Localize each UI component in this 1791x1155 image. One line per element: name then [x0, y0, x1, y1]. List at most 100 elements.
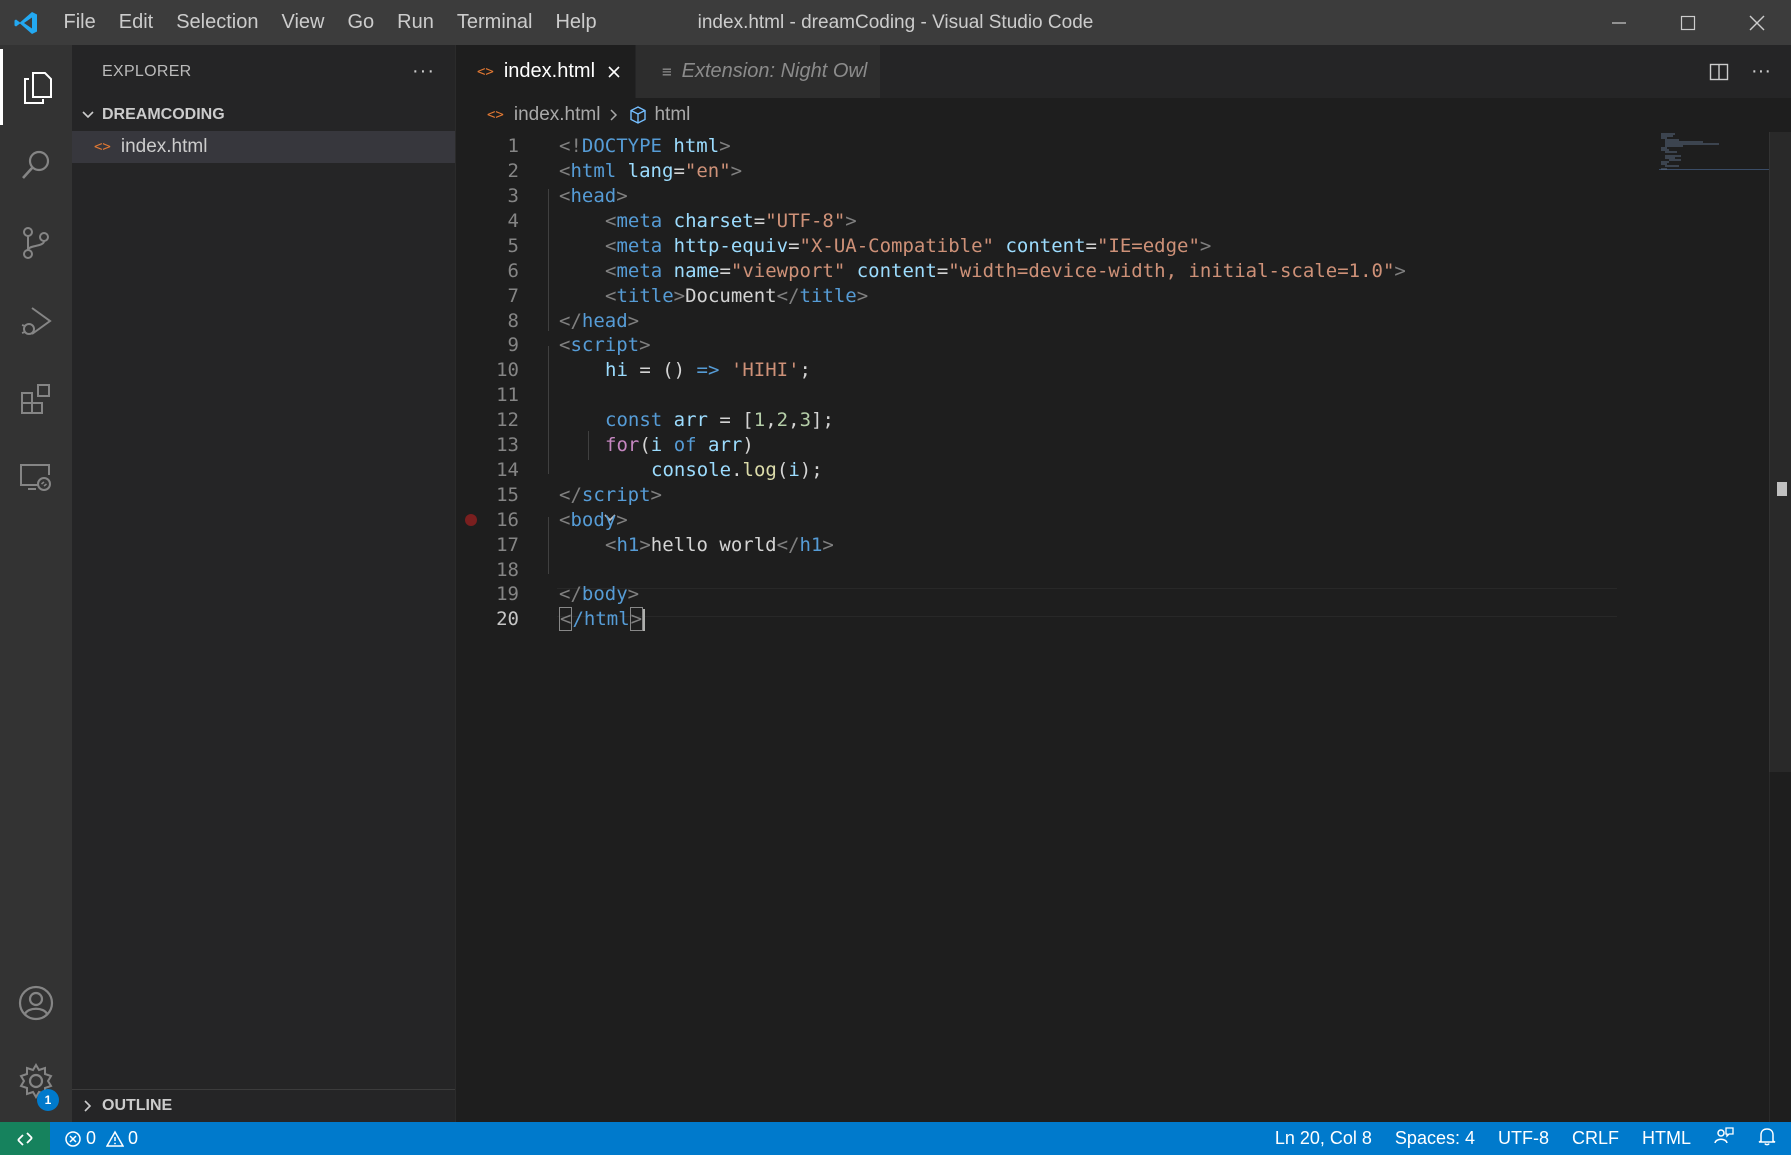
minimize-button[interactable] [1584, 0, 1653, 45]
error-icon [65, 1130, 81, 1147]
settings-badge: 1 [37, 1089, 59, 1111]
line-content: for(i of arr) [605, 434, 754, 457]
breadcrumb-symbol[interactable]: html [654, 104, 690, 126]
line-content: <html lang="en"> [559, 160, 743, 183]
bell-icon [1758, 1128, 1776, 1146]
chevron-right-icon [608, 108, 620, 122]
line-number: 3 [507, 185, 519, 208]
remote-explorer-icon [20, 464, 51, 491]
line-number: 2 [507, 160, 519, 183]
tab-extension-night-owl[interactable]: ≡ Extension: Night Owl [636, 45, 880, 98]
code-editor[interactable]: 1 <!DOCTYPE html> 2 <html lang="en"> 3 <… [457, 132, 1791, 1122]
outline-section[interactable]: OUTLINE [72, 1089, 455, 1122]
line-content: <meta charset="UTF-8"> [605, 209, 857, 232]
warning-icon [106, 1129, 125, 1147]
tab-index-html[interactable]: <> index.html [457, 45, 635, 98]
status-bar: 0 0 Ln 20, Col 8 Spaces: 4 UTF-8 CRLF HT… [0, 1122, 1791, 1155]
account-icon [18, 985, 54, 1021]
search-icon [22, 150, 50, 179]
run-debug-icon [21, 307, 52, 335]
line-number: 14 [496, 458, 519, 481]
chevron-right-icon [84, 1100, 92, 1112]
line-content: </head> [559, 309, 640, 332]
activity-remote-explorer[interactable] [0, 439, 72, 515]
problems-button[interactable]: 0 0 [64, 1128, 138, 1149]
symbol-cube-icon [628, 105, 648, 125]
line-content: <body> [559, 508, 628, 531]
line-number: 15 [496, 483, 519, 506]
line-content: <head> [559, 185, 628, 208]
feedback-button[interactable] [1703, 1126, 1746, 1151]
code-line: 20 </html> [457, 605, 1657, 634]
line-content: <!DOCTYPE html> [559, 135, 731, 158]
preview-file-icon: ≡ [662, 62, 672, 81]
menu-edit[interactable]: Edit [107, 0, 164, 45]
menu-file[interactable]: File [52, 0, 107, 45]
menu-help[interactable]: Help [544, 0, 608, 45]
split-editor-icon[interactable] [1709, 62, 1729, 82]
editor-scrollbar[interactable] [1769, 132, 1791, 1122]
breadcrumb: <> index.html html [457, 98, 1767, 132]
activity-explorer[interactable] [0, 49, 72, 125]
activity-manage[interactable]: 1 [0, 1043, 72, 1119]
explorer-sidebar: EXPLORER ··· DREAMCODING <> index.html O… [72, 45, 456, 1122]
close-icon [1749, 15, 1764, 30]
folder-name: DREAMCODING [102, 105, 225, 123]
more-actions-icon[interactable]: ··· [1751, 60, 1771, 83]
remote-icon [17, 1131, 33, 1146]
maximize-icon [1680, 15, 1695, 30]
explorer-more-actions-button[interactable]: ··· [412, 60, 435, 83]
scrollbar-thumb[interactable] [1769, 132, 1791, 772]
activity-accounts[interactable] [0, 965, 72, 1041]
line-content: <script> [559, 334, 651, 357]
line-content: const arr = [1,2,3]; [605, 409, 834, 432]
folder-dreamcoding[interactable]: DREAMCODING [72, 98, 455, 131]
status-bar-right: Ln 20, Col 8 Spaces: 4 UTF-8 CRLF HTML [1263, 1122, 1791, 1155]
activity-extensions[interactable] [0, 361, 72, 437]
cursor-position[interactable]: Ln 20, Col 8 [1263, 1128, 1383, 1149]
line-number: 9 [507, 334, 519, 357]
menu-terminal[interactable]: Terminal [445, 0, 544, 45]
minimize-icon [1611, 21, 1626, 24]
html-file-icon: <> [487, 107, 504, 123]
line-number: 12 [496, 409, 519, 432]
title-bar: index.html - dreamCoding - Visual Studio… [0, 0, 1791, 45]
editor-tab-bar: <> index.html ≡ Extension: Night Owl ··· [457, 45, 1791, 98]
line-content: <meta name="viewport" content="width=dev… [605, 259, 1406, 282]
remote-indicator-button[interactable] [0, 1122, 50, 1155]
line-number: 13 [496, 434, 519, 457]
language-mode[interactable]: HTML [1631, 1128, 1703, 1149]
activity-source-control[interactable] [0, 205, 72, 281]
notifications-button[interactable] [1746, 1126, 1791, 1151]
breadcrumb-file[interactable]: index.html [514, 104, 601, 126]
file-index-html[interactable]: <> index.html [72, 131, 455, 163]
tab-close-button[interactable] [607, 65, 621, 79]
close-window-button[interactable] [1722, 0, 1791, 45]
tab-label: index.html [503, 60, 596, 82]
outline-title: OUTLINE [102, 1097, 173, 1114]
minimap[interactable] [1659, 132, 1769, 170]
explorer-title: EXPLORER [102, 62, 192, 80]
activity-search[interactable] [0, 127, 72, 203]
menu-go[interactable]: Go [336, 0, 386, 45]
overview-ruler-marker [1777, 482, 1787, 496]
menu-run[interactable]: Run [386, 0, 446, 45]
line-number: 16 [496, 508, 519, 531]
explorer-icon [23, 72, 52, 104]
maximize-button[interactable] [1653, 0, 1722, 45]
text-cursor [643, 608, 646, 631]
indentation[interactable]: Spaces: 4 [1383, 1128, 1486, 1149]
encoding[interactable]: UTF-8 [1486, 1128, 1560, 1149]
chevron-down-icon [82, 110, 94, 118]
line-content: hi = () => 'HIHI'; [605, 359, 811, 382]
line-number: 7 [507, 284, 519, 307]
activity-run-debug[interactable] [0, 283, 72, 359]
end-of-line[interactable]: CRLF [1560, 1128, 1630, 1149]
line-content: <h1>hello world</h1> [605, 533, 834, 556]
menu-selection[interactable]: Selection [165, 0, 270, 45]
line-number: 4 [507, 209, 519, 232]
activity-bar: 1 [0, 45, 72, 1122]
menu-view[interactable]: View [270, 0, 336, 45]
close-icon [608, 65, 620, 78]
extensions-icon [21, 384, 50, 414]
